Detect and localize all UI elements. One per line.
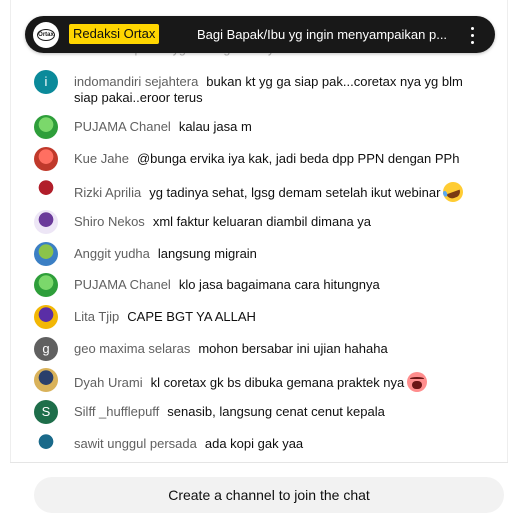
more-vert-icon[interactable] (462, 24, 482, 46)
crying-face-emoji (407, 372, 428, 392)
message-text: senasib, langsung cenat cenut kepala (167, 404, 385, 419)
author-avatar[interactable]: i (34, 70, 58, 94)
pinned-message-banner[interactable]: Ortax Redaksi Ortax Bagi Bapak/Ibu yg in… (25, 16, 495, 53)
panel-left-border (10, 0, 11, 462)
message-content: PUJAMA Chanel klo jasa bagaimana cara hit… (74, 277, 474, 293)
author-avatar[interactable] (34, 210, 58, 234)
message-text: CAPE BGT YA ALLAH (127, 309, 256, 324)
message-text: klo jasa bagaimana cara hitungnya (178, 277, 380, 292)
menu-dot (471, 41, 474, 44)
message-text: kalau jasa m (178, 119, 252, 134)
message-content: Anggit yudha langsung migrain (74, 246, 474, 262)
author-name[interactable]: PUJAMA Chanel (74, 277, 171, 292)
author-name[interactable]: Lita Tjip (74, 309, 119, 324)
author-name[interactable]: Dyah Urami (74, 375, 143, 390)
message-content: indomandiri sejahtera bukan kt yg ga siap… (74, 74, 474, 106)
message-text: xml faktur keluaran diambil dimana ya (152, 214, 372, 229)
message-content: Kue Jahe @bunga ervika iya kak, jadi beda… (74, 151, 474, 167)
author-name[interactable]: sawit unggul persada (74, 436, 197, 451)
pinned-message-text[interactable]: Bagi Bapak/Ibu yg ingin menyampaikan p..… (197, 25, 452, 44)
message-content: Rizki Aprilia yg tadinya sehat, lgsg dema… (74, 179, 474, 205)
author-name[interactable]: Anggit yudha (74, 246, 150, 261)
pinned-avatar-logo-text: Ortax (33, 22, 59, 48)
message-text: mohon bersabar ini ujian hahaha (198, 341, 388, 356)
message-content: sawit unggul persada ada kopi gak yaa (74, 436, 474, 452)
message-content: Lita Tjip CAPE BGT YA ALLAH (74, 309, 474, 325)
author-avatar[interactable] (34, 368, 58, 392)
author-name[interactable]: PUJAMA Chanel (74, 119, 171, 134)
author-avatar[interactable]: S (34, 400, 58, 424)
menu-dot (471, 34, 474, 37)
author-avatar[interactable] (34, 432, 58, 456)
author-name[interactable]: Silff _hufflepuff (74, 404, 159, 419)
panel-right-border (507, 0, 508, 462)
author-avatar[interactable] (34, 273, 58, 297)
author-name[interactable]: Shiro Nekos (74, 214, 145, 229)
author-avatar[interactable] (34, 178, 58, 202)
message-content: Dyah Urami kl coretax gk bs dibuka gemana… (74, 372, 474, 392)
message-text: yg tadinya sehat, lgsg demam setelah iku… (149, 185, 441, 200)
create-channel-button[interactable]: Create a channel to join the chat (34, 477, 504, 513)
message-text: kl coretax gk bs dibuka gemana praktek n… (150, 375, 405, 390)
author-avatar[interactable] (34, 115, 58, 139)
input-divider (10, 462, 508, 463)
message-content: geo maxima selaras mohon bersabar ini uji… (74, 341, 474, 357)
author-avatar[interactable] (34, 242, 58, 266)
menu-dot (471, 27, 474, 30)
author-name[interactable]: Rizki Aprilia (74, 185, 141, 200)
pinned-author-badge[interactable]: Redaksi Ortax (69, 24, 160, 44)
author-name[interactable]: geo maxima selaras (74, 341, 190, 356)
live-chat-panel: ini ada di aplikasi yg sama gimana ya ii… (0, 0, 510, 513)
message-content: Silff _hufflepuff senasib, langsung cenat… (74, 404, 474, 420)
rolling-laughing-emoji (440, 179, 467, 205)
message-text: ada kopi gak yaa (204, 436, 304, 451)
author-name[interactable]: indomandiri sejahtera (74, 74, 198, 89)
message-content: PUJAMA Chanel kalau jasa m (74, 119, 474, 135)
author-avatar[interactable] (34, 147, 58, 171)
message-text: langsung migrain (157, 246, 257, 261)
author-avatar[interactable] (34, 305, 58, 329)
author-name[interactable]: Kue Jahe (74, 151, 129, 166)
message-text: @bunga ervika iya kak, jadi beda dpp PPN… (136, 151, 460, 166)
message-content: Shiro Nekos xml faktur keluaran diambil d… (74, 214, 474, 230)
pinned-author-avatar: Ortax (33, 22, 59, 48)
author-avatar[interactable]: g (34, 337, 58, 361)
